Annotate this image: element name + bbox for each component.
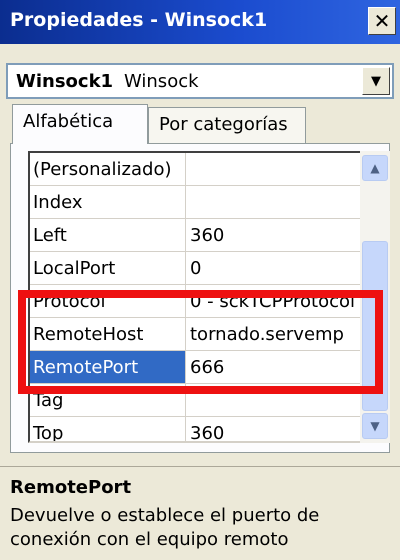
scroll-thumb[interactable] [362, 241, 388, 411]
window-title: Propiedades - Winsock1 [10, 9, 268, 31]
dropdown-button[interactable]: ▼ [362, 67, 390, 95]
property-row[interactable]: Index [30, 186, 360, 220]
property-name: RemotePort [30, 351, 186, 384]
property-grid: (Personalizado) Index Left 360 LocalPort… [28, 151, 390, 443]
chevron-down-icon: ▼ [370, 419, 380, 433]
object-type: Winsock [124, 71, 199, 92]
property-row[interactable]: Tag [30, 384, 360, 418]
property-value[interactable]: 360 [186, 219, 360, 252]
property-name: LocalPort [30, 252, 186, 285]
property-value[interactable] [186, 384, 360, 417]
scroll-up-button[interactable]: ▲ [362, 155, 388, 181]
window-titlebar: Propiedades - Winsock1 ✕ [0, 0, 400, 44]
property-name: Tag [30, 384, 186, 417]
property-row-selected[interactable]: RemotePort 666 [30, 351, 360, 385]
property-value[interactable]: 666 [186, 351, 360, 384]
chevron-down-icon: ▼ [371, 74, 381, 89]
tab-label: Por categorías [159, 114, 288, 135]
property-value[interactable]: tornado.servemp [186, 318, 360, 351]
property-row[interactable]: (Personalizado) [30, 153, 360, 187]
description-panel: RemotePort Devuelve o establece el puert… [0, 466, 400, 560]
property-name: Left [30, 219, 186, 252]
close-button[interactable]: ✕ [368, 7, 396, 35]
property-value[interactable]: 360 [186, 417, 360, 441]
property-name: RemoteHost [30, 318, 186, 351]
property-name: Protocol [30, 285, 186, 318]
description-text: Devuelve o establece el puerto de conexi… [10, 505, 320, 550]
tab-alfabetica[interactable]: Alfabética [12, 104, 148, 144]
property-name: Index [30, 186, 186, 219]
description-title: RemotePort [10, 477, 132, 498]
chevron-up-icon: ▲ [370, 161, 380, 175]
property-name: (Personalizado) [30, 153, 186, 186]
object-name: Winsock1 [16, 71, 114, 92]
property-row[interactable]: LocalPort 0 [30, 252, 360, 286]
property-row[interactable]: Top 360 [30, 417, 360, 441]
property-row[interactable]: Left 360 [30, 219, 360, 253]
tab-label: Alfabética [23, 111, 114, 132]
scroll-down-button[interactable]: ▼ [362, 413, 388, 439]
property-value[interactable] [186, 186, 360, 219]
vertical-scrollbar[interactable]: ▲ ▼ [360, 151, 390, 443]
property-row[interactable]: Protocol 0 - sckTCPProtocol [30, 285, 360, 319]
property-value[interactable]: 0 [186, 252, 360, 285]
close-icon: ✕ [373, 9, 391, 33]
property-name: Top [30, 417, 186, 441]
property-value[interactable]: 0 - sckTCPProtocol [186, 285, 360, 318]
tab-por-categorias[interactable]: Por categorías [148, 107, 306, 143]
property-value[interactable] [186, 153, 360, 186]
property-row[interactable]: RemoteHost tornado.servemp [30, 318, 360, 352]
object-selector[interactable]: Winsock1 Winsock ▼ [6, 63, 394, 99]
